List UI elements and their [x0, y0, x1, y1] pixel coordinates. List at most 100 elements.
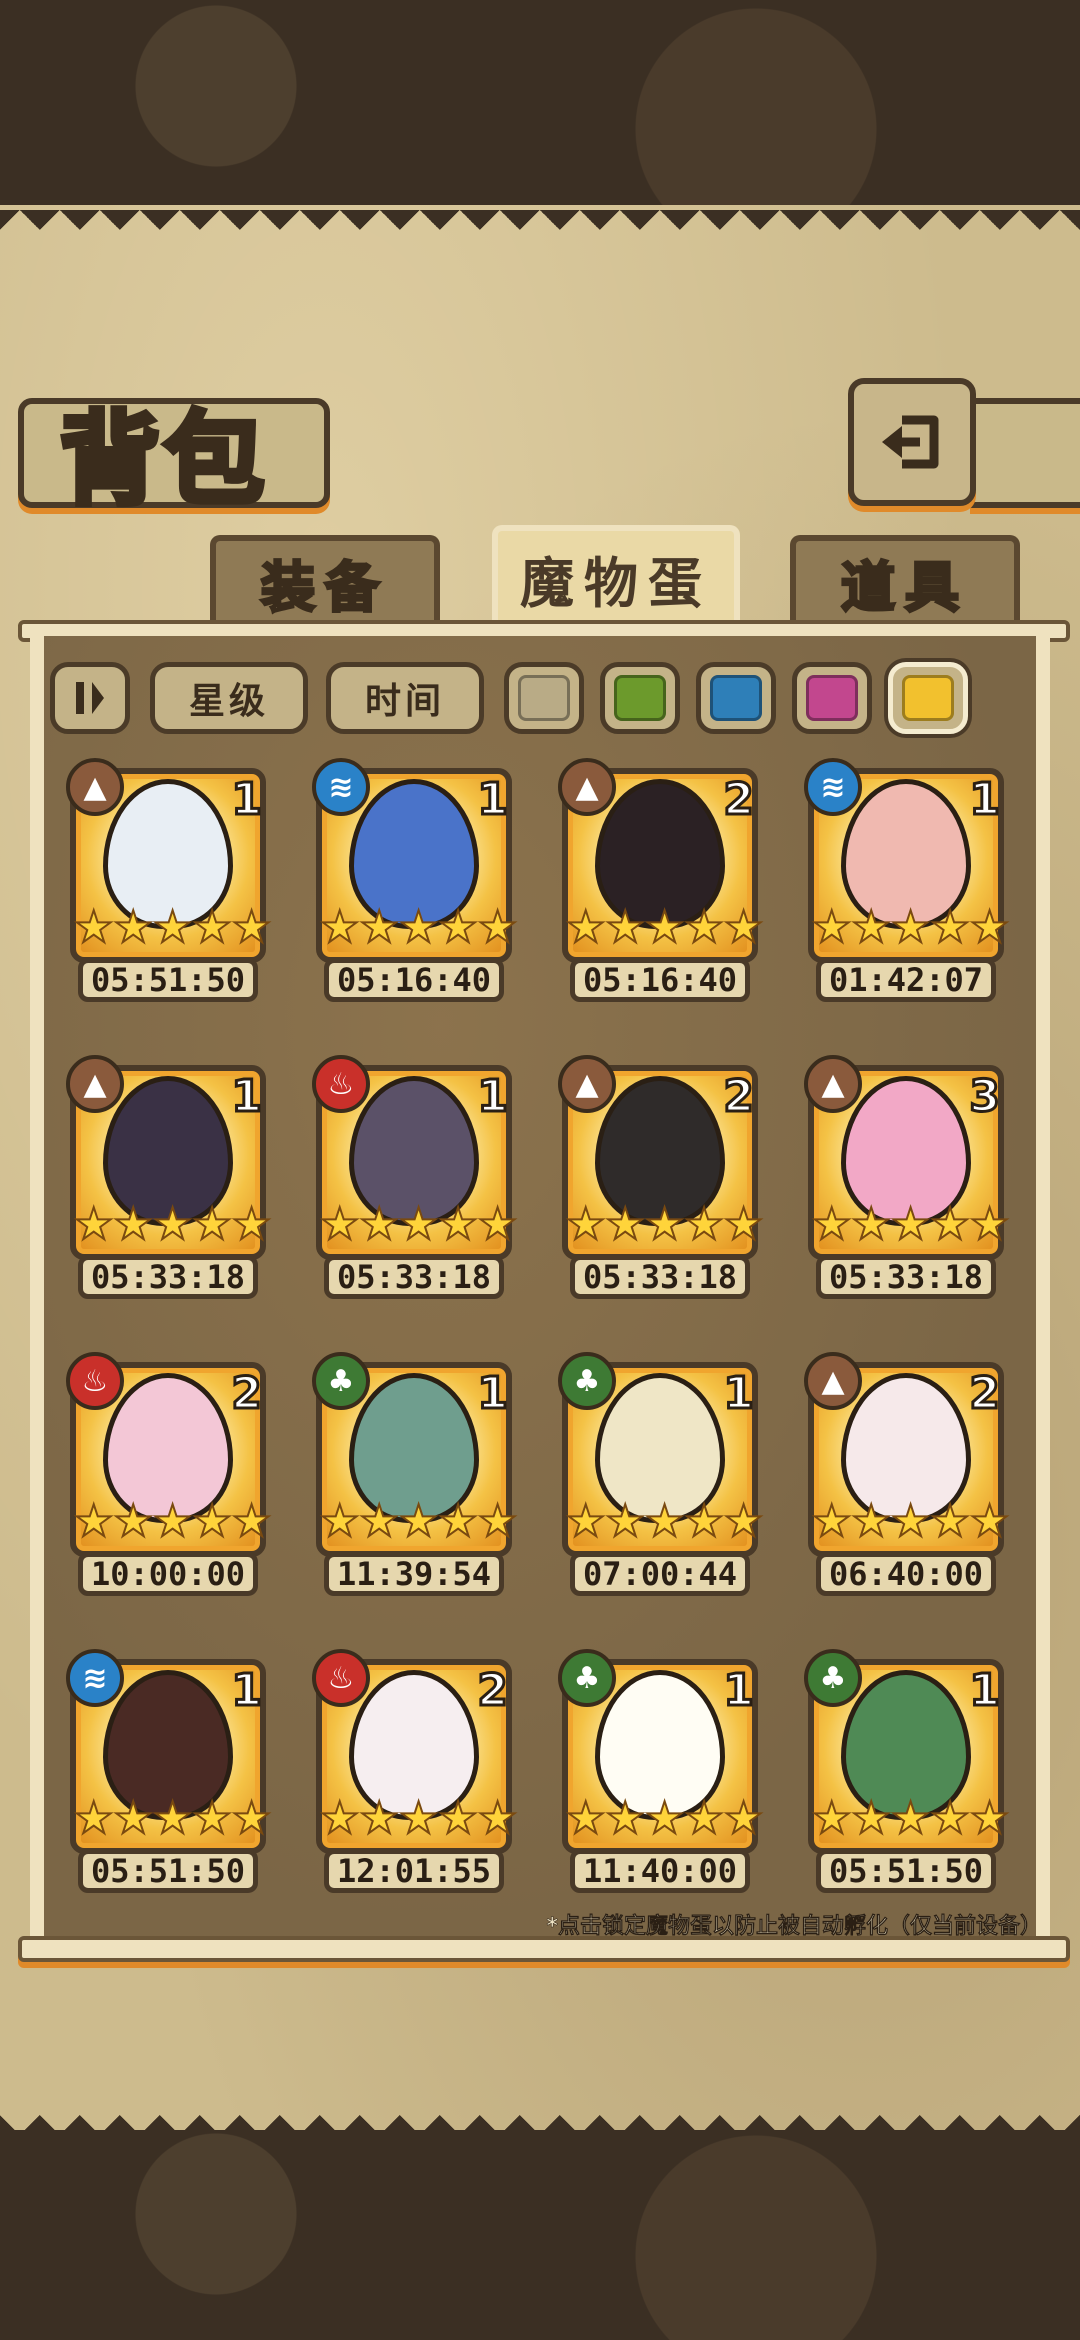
water-element-icon: ≋ [312, 758, 370, 816]
star-icon: ★ [73, 902, 114, 953]
hatch-timer: 05:51:50 [78, 958, 258, 1002]
egg-card[interactable]: ♨ 2 ★ ★ ★ ★ ★ 12:01:55 [286, 1631, 536, 1893]
rarity-filter-pink[interactable] [792, 662, 872, 734]
star-icon: ★ [319, 902, 360, 953]
rarity-swatch-blue [710, 675, 762, 721]
star-icon: ★ [191, 1199, 232, 1250]
rarity-filter-green[interactable] [600, 662, 680, 734]
egg-count: 2 [476, 1664, 510, 1718]
egg-card[interactable]: ▲ 3 ★ ★ ★ ★ ★ 05:33:18 [778, 1037, 1028, 1299]
star-icon: ★ [398, 1199, 439, 1250]
star-rating: ★ ★ ★ ★ ★ [319, 1793, 518, 1844]
star-icon: ★ [73, 1496, 114, 1547]
egg-card[interactable]: ▲ 1 ★ ★ ★ ★ ★ 05:51:50 [40, 740, 290, 1002]
star-icon: ★ [969, 902, 1010, 953]
star-icon: ★ [191, 1496, 232, 1547]
rarity-filter-gold[interactable] [888, 662, 968, 734]
torn-edge-top [0, 210, 1080, 250]
star-icon: ★ [437, 1199, 478, 1250]
egg-count: 2 [968, 1367, 1002, 1421]
hatch-timer: 10:00:00 [78, 1552, 258, 1596]
star-icon: ★ [723, 902, 764, 953]
star-icon: ★ [604, 1496, 645, 1547]
tab-items[interactable]: 道具 [790, 535, 1020, 623]
star-icon: ★ [644, 1199, 685, 1250]
egg-card[interactable]: ♨ 2 ★ ★ ★ ★ ★ 10:00:00 [40, 1334, 290, 1596]
star-icon: ★ [644, 1793, 685, 1844]
star-icon: ★ [565, 1199, 606, 1250]
egg-card[interactable]: ▲ 2 ★ ★ ★ ★ ★ 05:33:18 [532, 1037, 782, 1299]
star-icon: ★ [644, 902, 685, 953]
hatch-timer: 11:40:00 [570, 1849, 750, 1893]
star-icon: ★ [604, 1793, 645, 1844]
earth-element-icon: ▲ [66, 1055, 124, 1113]
rarity-filter-blue[interactable] [696, 662, 776, 734]
tab-monster-eggs[interactable]: 魔物蛋 [492, 525, 740, 625]
star-icon: ★ [604, 1199, 645, 1250]
star-icon: ★ [112, 1199, 153, 1250]
back-button[interactable] [848, 378, 976, 506]
egg-card[interactable]: ≋ 1 ★ ★ ★ ★ ★ 01:42:07 [778, 740, 1028, 1002]
leaf-element-icon: ♣ [558, 1649, 616, 1707]
star-icon: ★ [644, 1496, 685, 1547]
star-icon: ★ [437, 1496, 478, 1547]
star-icon: ★ [850, 1496, 891, 1547]
egg-card[interactable]: ≋ 1 ★ ★ ★ ★ ★ 05:51:50 [40, 1631, 290, 1893]
egg-card[interactable]: ≋ 1 ★ ★ ★ ★ ★ 05:16:40 [286, 740, 536, 1002]
egg-card[interactable]: ♣ 1 ★ ★ ★ ★ ★ 05:51:50 [778, 1631, 1028, 1893]
star-rating: ★ ★ ★ ★ ★ [73, 1496, 272, 1547]
star-icon: ★ [231, 1199, 272, 1250]
star-icon: ★ [565, 1793, 606, 1844]
star-icon: ★ [358, 902, 399, 953]
egg-card[interactable]: ♣ 1 ★ ★ ★ ★ ★ 11:40:00 [532, 1631, 782, 1893]
tab-equipment[interactable]: 装备 [210, 535, 440, 623]
hatch-timer: 05:33:18 [570, 1255, 750, 1299]
hatch-timer: 07:00:44 [570, 1552, 750, 1596]
sort-by-star-button[interactable]: 星级 [150, 662, 308, 734]
egg-card[interactable]: ♨ 1 ★ ★ ★ ★ ★ 05:33:18 [286, 1037, 536, 1299]
star-icon: ★ [358, 1793, 399, 1844]
star-icon: ★ [850, 1199, 891, 1250]
star-icon: ★ [152, 902, 193, 953]
earth-element-icon: ▲ [804, 1352, 862, 1410]
egg-count: 1 [230, 773, 264, 827]
star-icon: ★ [358, 1496, 399, 1547]
back-button-rail [970, 398, 1080, 508]
star-icon: ★ [565, 902, 606, 953]
fire-element-icon: ♨ [66, 1352, 124, 1410]
earth-element-icon: ▲ [66, 758, 124, 816]
rarity-filter-grey[interactable] [504, 662, 584, 734]
rarity-swatch-pink [806, 675, 858, 721]
egg-count: 1 [230, 1664, 264, 1718]
hatch-timer: 05:51:50 [78, 1849, 258, 1893]
sort-order-button[interactable] [50, 662, 130, 734]
lock-hint-note: *点击锁定魔物蛋以防止被自动孵化（仅当前设备） [546, 1914, 1042, 1940]
star-icon: ★ [477, 1496, 518, 1547]
rarity-swatch-gold [902, 675, 954, 721]
hatch-timer: 06:40:00 [816, 1552, 996, 1596]
hatch-timer: 05:51:50 [816, 1849, 996, 1893]
star-icon: ★ [723, 1199, 764, 1250]
star-icon: ★ [890, 902, 931, 953]
egg-card[interactable]: ▲ 2 ★ ★ ★ ★ ★ 06:40:00 [778, 1334, 1028, 1596]
star-icon: ★ [723, 1496, 764, 1547]
star-rating: ★ ★ ★ ★ ★ [565, 1793, 764, 1844]
star-rating: ★ ★ ★ ★ ★ [319, 902, 518, 953]
sort-by-time-button[interactable]: 时间 [326, 662, 484, 734]
fire-element-icon: ♨ [312, 1055, 370, 1113]
egg-count: 2 [230, 1367, 264, 1421]
star-icon: ★ [73, 1793, 114, 1844]
hatch-timer: 05:33:18 [78, 1255, 258, 1299]
egg-count: 1 [968, 1664, 1002, 1718]
egg-card[interactable]: ▲ 2 ★ ★ ★ ★ ★ 05:16:40 [532, 740, 782, 1002]
egg-card[interactable]: ♣ 1 ★ ★ ★ ★ ★ 11:39:54 [286, 1334, 536, 1596]
egg-card[interactable]: ♣ 1 ★ ★ ★ ★ ★ 07:00:44 [532, 1334, 782, 1596]
star-icon: ★ [929, 1793, 970, 1844]
star-rating: ★ ★ ★ ★ ★ [73, 902, 272, 953]
egg-count: 3 [968, 1070, 1002, 1124]
star-icon: ★ [319, 1199, 360, 1250]
star-icon: ★ [231, 1496, 272, 1547]
egg-count: 2 [722, 1070, 756, 1124]
star-icon: ★ [437, 902, 478, 953]
egg-card[interactable]: ▲ 1 ★ ★ ★ ★ ★ 05:33:18 [40, 1037, 290, 1299]
